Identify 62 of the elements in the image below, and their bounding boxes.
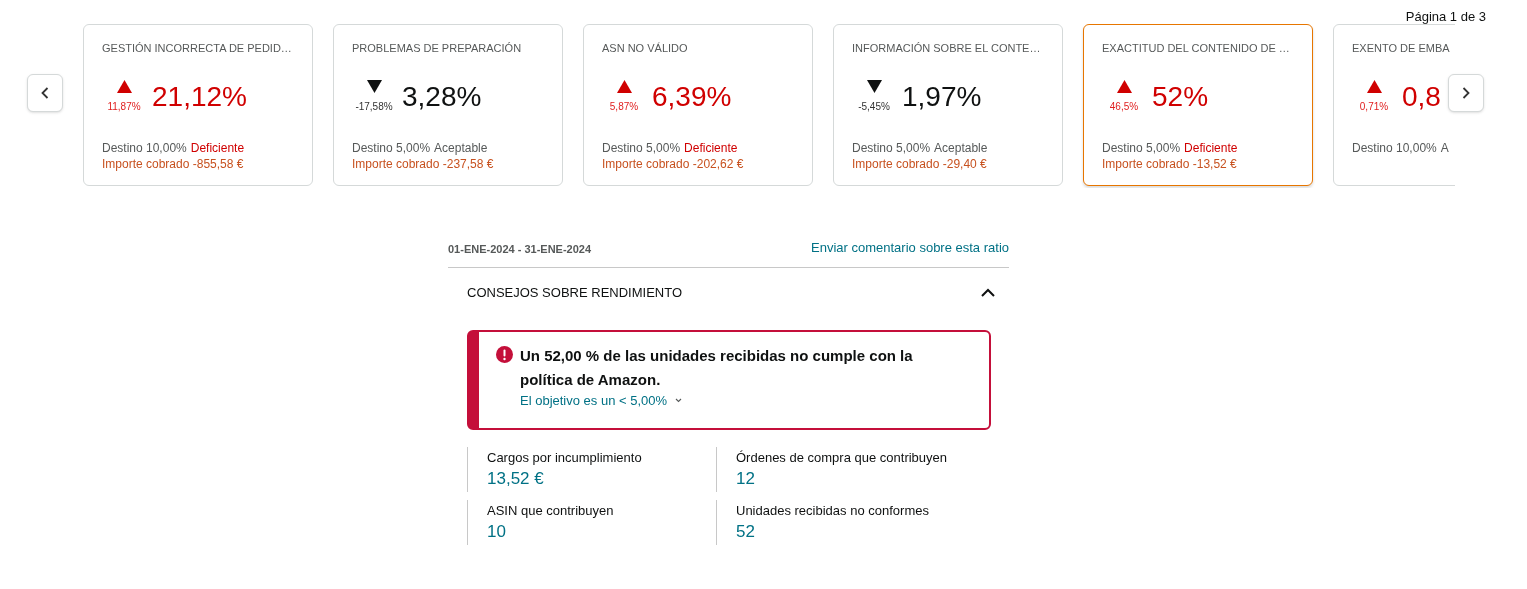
stat-label: Cargos por incumplimiento: [487, 448, 643, 467]
section-title: CONSEJOS SOBRE RENDIMIENTO: [467, 283, 682, 302]
status-text: A: [1440, 140, 1449, 156]
target-text: Destino 5,00%: [602, 140, 681, 156]
metric-card[interactable]: EXACTITUD DEL CONTENIDO DE … 46,5% 52% Destino 5,00% Deficiente Importe cobrado -13,52 €: [1083, 24, 1313, 186]
change-percent: 46,5%: [1109, 100, 1139, 114]
status-text: Deficiente: [1184, 140, 1238, 156]
metric-card[interactable]: PROBLEMAS DE PREPARACIÓN -17,58% 3,28% Destino 5,00% Aceptable Importe cobrado -237,58 €: [333, 24, 563, 186]
stat-value: 13,52 €: [487, 467, 545, 490]
target-text: Destino 5,00%: [852, 140, 931, 156]
metric-value: 6,39%: [652, 81, 732, 113]
metric-value: 3,28%: [402, 81, 482, 113]
metric-card[interactable]: INFORMACIÓN SOBRE EL CONTE… -5,45% 1,97% Destino 5,00% Aceptable Importe cobrado -29,40 €: [833, 24, 1063, 186]
stat-label: ASIN que contribuyen: [487, 501, 615, 520]
stat-value: 10: [487, 520, 507, 543]
chevron-right-icon: [1462, 87, 1470, 99]
metric-value: 52%: [1152, 81, 1209, 113]
charge-text: Importe cobrado -29,40 €: [852, 156, 988, 172]
metric-card[interactable]: EXENTO DE EMBA 0,71% 0,8 Destino 10,00% A: [1333, 24, 1455, 186]
card-title: EXACTITUD DEL CONTENIDO DE …: [1102, 41, 1291, 56]
charge-text: Importe cobrado -237,58 €: [352, 156, 495, 172]
change-percent: -5,45%: [858, 100, 890, 114]
metric-value: 21,12%: [152, 81, 247, 113]
alert-message: Un 52,00 % de las unidades recibidas no cumple con la política de Amazon.: [520, 345, 914, 390]
stat-value: 12: [736, 467, 756, 490]
stat-label: Órdenes de compra que contribuyen: [736, 448, 948, 467]
change-percent: 5,87%: [609, 100, 639, 114]
target-text: Destino 5,00%: [1102, 140, 1181, 156]
pagination-text: Página 1 de 3: [1405, 9, 1486, 24]
card-title: EXENTO DE EMBA: [1352, 41, 1451, 56]
change-percent: 11,87%: [107, 100, 141, 114]
card-title: GESTIÓN INCORRECTA DE PEDID…: [102, 41, 293, 56]
status-text: Aceptable: [434, 140, 488, 156]
metric-value: 0,8: [1402, 81, 1441, 113]
next-button[interactable]: [1448, 74, 1484, 112]
charge-text: Importe cobrado -202,62 €: [602, 156, 745, 172]
card-title: INFORMACIÓN SOBRE EL CONTE…: [852, 41, 1042, 56]
chevron-left-icon: [41, 87, 49, 99]
charge-text: Importe cobrado -13,52 €: [1102, 156, 1238, 172]
metric-card[interactable]: ASN NO VÁLIDO 5,87% 6,39% Destino 5,00% Deficiente Importe cobrado -202,62 €: [583, 24, 813, 186]
target-text: Destino 10,00%: [1352, 140, 1437, 156]
charge-text: Importe cobrado -855,58 €: [102, 156, 245, 172]
target-text: Destino 10,00%: [102, 140, 187, 156]
change-percent: 0,71%: [1359, 100, 1389, 114]
card-title: PROBLEMAS DE PREPARACIÓN: [352, 41, 523, 56]
status-text: Aceptable: [934, 140, 988, 156]
target-dropdown[interactable]: El objetivo es un < 5,00%: [520, 391, 683, 410]
date-range: 01-ENE-2024 - 31-ENE-2024: [448, 242, 592, 257]
error-icon: [496, 345, 513, 363]
metric-card[interactable]: GESTIÓN INCORRECTA DE PEDID… 11,87% 21,12% Destino 10,00% Deficiente Importe cobrado -855,58 €: [83, 24, 313, 186]
caret-icon: [675, 398, 683, 403]
stat-value: 52: [736, 520, 756, 543]
section-header[interactable]: CONSEJOS SOBRE RENDIMIENTO: [448, 267, 1009, 318]
change-percent: -17,58%: [355, 100, 393, 114]
status-text: Deficiente: [190, 140, 245, 156]
card-title: ASN NO VÁLIDO: [602, 41, 689, 56]
feedback-link[interactable]: Enviar comentario sobre esta ratio: [811, 238, 1009, 258]
target-text: Destino 5,00%: [352, 140, 431, 156]
stat-label: Unidades recibidas no conformes: [736, 501, 930, 520]
status-text: Deficiente: [684, 140, 738, 156]
previous-button[interactable]: [27, 74, 63, 112]
metric-value: 1,97%: [902, 81, 982, 113]
